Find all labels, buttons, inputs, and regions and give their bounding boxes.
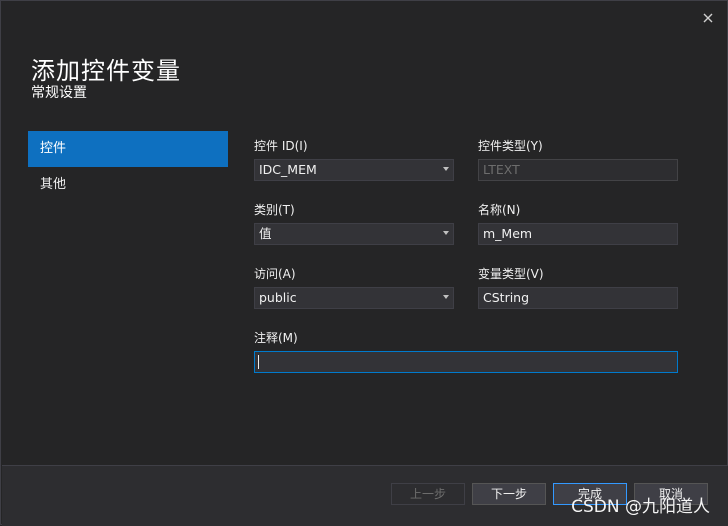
comment-label: 注释(M) <box>254 331 298 345</box>
control-type-value: LTEXT <box>483 162 520 177</box>
prev-button[interactable]: 上一步 <box>391 483 465 505</box>
name-input[interactable]: m_Mem <box>478 223 678 245</box>
chevron-down-icon <box>443 231 449 235</box>
add-control-variable-dialog: 添加控件变量 常规设置 控件 其他 控件 ID(I) IDC_MEM 控件类型(… <box>0 0 728 526</box>
name-label: 名称(N) <box>478 203 521 217</box>
control-id-label: 控件 ID(I) <box>254 139 308 153</box>
next-button[interactable]: 下一步 <box>472 483 546 505</box>
control-id-value: IDC_MEM <box>259 162 317 177</box>
category-value: 值 <box>259 226 272 241</box>
var-type-input[interactable]: CString <box>478 287 678 309</box>
access-value: public <box>259 290 297 305</box>
control-type-field: LTEXT <box>478 159 678 181</box>
var-type-value: CString <box>483 290 530 305</box>
dialog-title: 添加控件变量 <box>31 57 181 85</box>
control-type-label: 控件类型(Y) <box>478 139 543 153</box>
control-id-dropdown[interactable]: IDC_MEM <box>254 159 454 181</box>
dialog-subtitle: 常规设置 <box>31 85 87 101</box>
category-label: 类别(T) <box>254 203 295 217</box>
nav-item-label: 其他 <box>40 177 67 192</box>
nav-item-label: 控件 <box>40 141 67 156</box>
name-value: m_Mem <box>483 226 533 241</box>
nav-item-other[interactable]: 其他 <box>28 167 228 203</box>
access-label: 访问(A) <box>254 267 296 281</box>
chevron-down-icon <box>443 167 449 171</box>
var-type-label: 变量类型(V) <box>478 267 544 281</box>
access-dropdown[interactable]: public <box>254 287 454 309</box>
text-cursor <box>258 355 259 369</box>
category-dropdown[interactable]: 值 <box>254 223 454 245</box>
close-icon <box>703 13 713 23</box>
settings-nav: 控件 其他 <box>28 131 228 203</box>
nav-item-control[interactable]: 控件 <box>28 131 228 167</box>
chevron-down-icon <box>443 295 449 299</box>
comment-input[interactable] <box>254 351 678 373</box>
watermark: CSDN @九阳道人 <box>571 497 710 517</box>
close-button[interactable] <box>697 7 719 29</box>
